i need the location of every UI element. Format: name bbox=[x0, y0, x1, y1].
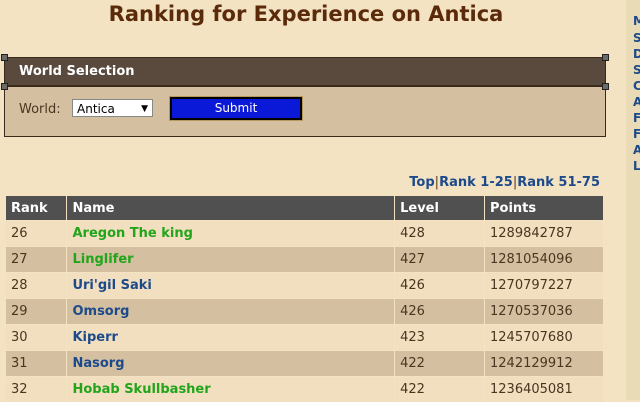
rank-cell: 27 bbox=[6, 247, 67, 273]
table-row: 27Linglifer4271281054096 bbox=[6, 247, 604, 273]
points-cell: 1245707680 bbox=[485, 325, 604, 351]
level-cell: 426 bbox=[395, 273, 485, 299]
points-cell: 1242129912 bbox=[485, 351, 604, 377]
column-header-name: Name bbox=[67, 196, 395, 221]
table-row: 30Kiperr4231245707680 bbox=[6, 325, 604, 351]
corner-ornament bbox=[602, 54, 609, 61]
right-nav-link[interactable]: M bbox=[633, 14, 640, 29]
rank-cell: 31 bbox=[6, 351, 67, 377]
level-cell: 422 bbox=[395, 351, 485, 377]
right-nav-link[interactable]: C bbox=[633, 79, 640, 94]
table-header-row: Rank Name Level Points bbox=[6, 196, 604, 221]
world-select-value: Antica bbox=[77, 102, 115, 116]
next-page-link[interactable]: Rank 51-75 bbox=[517, 175, 600, 190]
name-cell[interactable]: Aregon The king bbox=[67, 221, 395, 247]
name-cell[interactable]: Kiperr bbox=[67, 325, 395, 351]
table-row: 31Nasorg4221242129912 bbox=[6, 351, 604, 377]
right-nav-link[interactable]: F bbox=[633, 111, 640, 126]
prev-page-link[interactable]: Rank 1-25 bbox=[439, 175, 513, 190]
table-row: 28Uri'gil Saki4261270797227 bbox=[6, 273, 604, 299]
rank-cell: 32 bbox=[6, 377, 67, 402]
right-nav-link[interactable]: S bbox=[633, 31, 640, 46]
points-cell: 1289842787 bbox=[485, 221, 604, 247]
name-cell[interactable]: Hobab Skullbasher bbox=[67, 377, 395, 402]
column-header-level: Level bbox=[395, 196, 485, 221]
column-header-rank: Rank bbox=[6, 196, 67, 221]
dropdown-arrow-icon: ▼ bbox=[141, 100, 148, 118]
level-cell: 427 bbox=[395, 247, 485, 273]
table-row: 29Omsorg4261270537036 bbox=[6, 299, 604, 325]
name-cell[interactable]: Linglifer bbox=[67, 247, 395, 273]
right-nav-link[interactable]: F bbox=[633, 127, 640, 142]
rank-cell: 28 bbox=[6, 273, 67, 299]
right-nav-link[interactable]: D bbox=[633, 47, 640, 62]
submit-button[interactable]: Submit bbox=[170, 97, 302, 120]
world-select[interactable]: Antica ▼ bbox=[72, 99, 153, 117]
page-title: Ranking for Experience on Antica bbox=[0, 0, 612, 28]
points-cell: 1270537036 bbox=[485, 299, 604, 325]
world-selection-header: World Selection bbox=[5, 58, 605, 87]
rank-cell: 30 bbox=[6, 325, 67, 351]
right-nav-link[interactable]: A bbox=[633, 143, 640, 158]
column-header-points: Points bbox=[485, 196, 604, 221]
points-cell: 1236405081 bbox=[485, 377, 604, 402]
world-selection-box: World Selection World: Antica ▼ Submit bbox=[4, 57, 606, 137]
points-cell: 1281054096 bbox=[485, 247, 604, 273]
level-cell: 426 bbox=[395, 299, 485, 325]
table-row: 26Aregon The king4281289842787 bbox=[6, 221, 604, 247]
right-nav-link[interactable]: S bbox=[633, 63, 640, 78]
level-cell: 422 bbox=[395, 377, 485, 402]
world-label: World: bbox=[19, 102, 61, 117]
right-nav-link[interactable]: L bbox=[633, 159, 640, 174]
name-cell[interactable]: Omsorg bbox=[67, 299, 395, 325]
rank-cell: 29 bbox=[6, 299, 67, 325]
rank-pagination: Top|Rank 1-25|Rank 51-75 bbox=[409, 175, 600, 190]
right-nav-column: M S D S C A F F A L bbox=[626, 0, 640, 400]
right-nav-link[interactable]: A bbox=[633, 95, 640, 110]
name-cell[interactable]: Nasorg bbox=[67, 351, 395, 377]
name-cell[interactable]: Uri'gil Saki bbox=[67, 273, 395, 299]
table-row: 32Hobab Skullbasher4221236405081 bbox=[6, 377, 604, 402]
points-cell: 1270797227 bbox=[485, 273, 604, 299]
ranking-table: Rank Name Level Points 26Aregon The king… bbox=[6, 196, 604, 402]
level-cell: 423 bbox=[395, 325, 485, 351]
rank-cell: 26 bbox=[6, 221, 67, 247]
top-link[interactable]: Top bbox=[409, 175, 434, 190]
corner-ornament bbox=[1, 54, 8, 61]
level-cell: 428 bbox=[395, 221, 485, 247]
